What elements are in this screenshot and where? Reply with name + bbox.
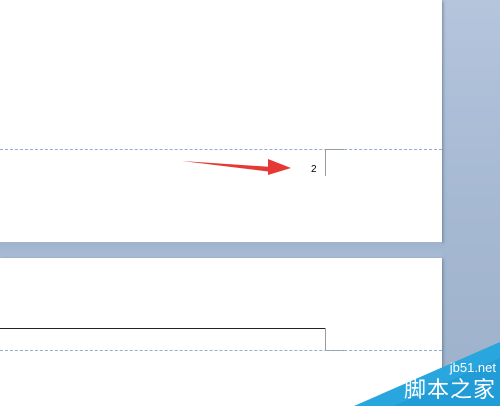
- site-watermark: jb51.net 脚本之家: [354, 338, 500, 406]
- watermark-url: jb51.net: [449, 360, 496, 375]
- watermark-site-name: 脚本之家: [403, 378, 496, 403]
- page-gap: [0, 242, 442, 258]
- arrow-head: [268, 159, 291, 175]
- document-page-1[interactable]: 2: [0, 0, 442, 242]
- arrow-shaft: [182, 161, 272, 172]
- red-arrow-annotation: [182, 159, 291, 175]
- footer-boundary-line: [0, 149, 442, 150]
- page-number-field[interactable]: 2: [311, 164, 317, 176]
- table-border-line: [0, 328, 325, 329]
- footer-corner-mark: [325, 149, 344, 176]
- header-corner-mark: [325, 328, 344, 351]
